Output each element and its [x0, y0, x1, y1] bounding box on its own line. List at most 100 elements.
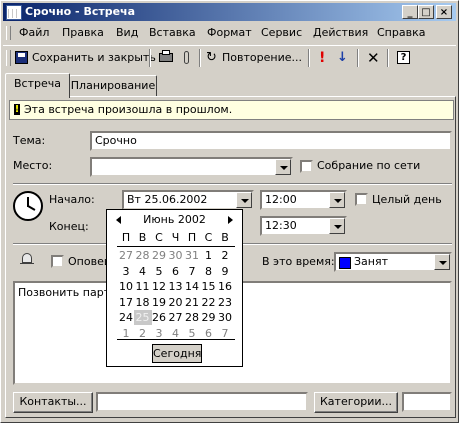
- start-date-value: Вт 25.06.2002: [127, 193, 208, 206]
- calendar-day[interactable]: 9: [216, 264, 234, 279]
- calendar-day[interactable]: 15: [200, 279, 218, 294]
- weekday-label: С: [204, 231, 213, 244]
- calendar-day[interactable]: 28: [183, 310, 201, 325]
- calendar-day[interactable]: 14: [183, 279, 201, 294]
- menu-file[interactable]: Файл: [17, 26, 51, 40]
- tab-appointment[interactable]: Встреча: [5, 73, 70, 98]
- location-combo[interactable]: [90, 157, 293, 177]
- subject-input[interactable]: Срочно: [90, 131, 452, 151]
- toolbar-separator: [357, 49, 359, 67]
- toolbar-separator: [387, 49, 389, 67]
- weekday-rule: [117, 246, 235, 247]
- calendar-day[interactable]: 11: [134, 279, 152, 294]
- reminder-checkbox[interactable]: [51, 255, 64, 268]
- calendar-day[interactable]: 6: [167, 264, 185, 279]
- save-close-label: Сохранить и закрыть: [32, 51, 156, 64]
- categories-input[interactable]: [402, 392, 452, 412]
- delete-button[interactable]: ✕: [365, 49, 381, 67]
- help-icon: ?: [397, 51, 410, 64]
- calendar-day[interactable]: 13: [167, 279, 185, 294]
- info-bar: ! Эта встреча произошла в прошлом.: [9, 100, 454, 120]
- contacts-input[interactable]: [96, 392, 308, 412]
- calendar-day[interactable]: 28: [134, 248, 152, 263]
- calendar-day[interactable]: 17: [117, 295, 135, 310]
- start-date-combo[interactable]: Вт 25.06.2002: [122, 190, 254, 210]
- calendar-day[interactable]: 8: [200, 264, 218, 279]
- menu-edit[interactable]: Правка: [60, 26, 106, 40]
- chevron-down-icon[interactable]: [329, 218, 345, 234]
- chevron-down-icon[interactable]: [329, 192, 345, 208]
- calendar-day[interactable]: 30: [167, 248, 185, 263]
- calendar-day[interactable]: 30: [216, 310, 234, 325]
- end-time-combo[interactable]: 12:30: [260, 216, 347, 236]
- month-label: Июнь 2002: [143, 213, 206, 226]
- show-as-combo[interactable]: Занят: [334, 252, 452, 272]
- chevron-down-icon[interactable]: [236, 192, 252, 208]
- menu-tools[interactable]: Сервис: [259, 26, 304, 40]
- calendar-day[interactable]: 12: [150, 279, 168, 294]
- calendar-day[interactable]: 3: [117, 264, 135, 279]
- calendar-day[interactable]: 22: [200, 295, 218, 310]
- toolbar-grip[interactable]: [6, 50, 11, 66]
- recurrence-label: Повторение...: [222, 51, 302, 64]
- calendar-day[interactable]: 31: [183, 248, 201, 263]
- menu-view[interactable]: Вид: [114, 26, 140, 40]
- close-button[interactable]: ×: [436, 5, 452, 19]
- calendar-day[interactable]: 29: [200, 310, 218, 325]
- menu-actions[interactable]: Действия: [311, 26, 370, 40]
- calendar-day[interactable]: 29: [150, 248, 168, 263]
- calendar-day[interactable]: 16: [216, 279, 234, 294]
- minimize-button[interactable]: _: [402, 5, 418, 19]
- bell-icon: [19, 251, 35, 267]
- calendar-day[interactable]: 5: [150, 264, 168, 279]
- standard-toolbar: Сохранить и закрыть ↻ Повторение... ! ↓ …: [3, 45, 456, 70]
- maximize-button[interactable]: □: [418, 5, 434, 19]
- calendar-day[interactable]: 2: [216, 248, 234, 263]
- chevron-down-icon[interactable]: [434, 254, 450, 270]
- busy-color-swatch: [339, 257, 351, 269]
- chevron-down-icon[interactable]: [275, 159, 291, 175]
- calendar-day[interactable]: 19: [150, 295, 168, 310]
- attach-button[interactable]: [180, 49, 194, 67]
- notes-text: Позвонить парт: [18, 286, 111, 299]
- date-picker-popup: Июнь 2002 П В С Ч П С В 27 28 29 30 31 1 2 3 4 5 6 7 8 9 10 11…: [106, 209, 243, 367]
- start-time-value: 12:00: [265, 193, 297, 206]
- importance-high-button[interactable]: !: [316, 49, 328, 67]
- calendar-day[interactable]: 18: [134, 295, 152, 310]
- calendar-day[interactable]: 26: [150, 310, 168, 325]
- all-day-checkbox[interactable]: [355, 193, 368, 206]
- calendar-day[interactable]: 21: [183, 295, 201, 310]
- menu-grip[interactable]: [6, 26, 11, 40]
- calendar-day[interactable]: 25: [133, 310, 152, 325]
- calendar-day[interactable]: 24: [117, 310, 135, 325]
- calendar-day[interactable]: 10: [117, 279, 135, 294]
- show-as-value: Занят: [354, 255, 389, 268]
- start-time-combo[interactable]: 12:00: [260, 190, 347, 210]
- menu-format[interactable]: Формат: [205, 26, 254, 40]
- calendar-day[interactable]: 27: [117, 248, 135, 263]
- menu-help[interactable]: Справка: [375, 26, 427, 40]
- appointment-window: Срочно - Встреча _ □ × Файл Правка Вид В…: [0, 0, 459, 423]
- calendar-day[interactable]: 1: [200, 248, 218, 263]
- help-button[interactable]: ?: [395, 49, 411, 67]
- calendar-day[interactable]: 7: [183, 264, 201, 279]
- print-button[interactable]: [157, 49, 175, 67]
- calendar-day[interactable]: 4: [134, 264, 152, 279]
- title-bar[interactable]: Срочно - Встреча _ □ ×: [3, 3, 456, 21]
- contacts-button[interactable]: Контакты...: [13, 392, 93, 413]
- footer-rule: [117, 339, 235, 340]
- online-meeting-checkbox[interactable]: [300, 160, 313, 173]
- calendar-day[interactable]: 27: [167, 310, 185, 325]
- importance-low-button[interactable]: ↓: [336, 49, 350, 67]
- tab-scheduling[interactable]: Планирование: [69, 75, 157, 96]
- divider: [13, 183, 452, 185]
- categories-button[interactable]: Категории...: [314, 392, 398, 413]
- recurrence-icon: ↻: [206, 50, 217, 65]
- clock-icon: [13, 191, 43, 221]
- next-month-icon[interactable]: [228, 216, 233, 224]
- today-button[interactable]: Сегодня: [152, 344, 202, 363]
- calendar-day[interactable]: 20: [167, 295, 185, 310]
- toolbar-separator: [308, 49, 310, 67]
- menu-insert[interactable]: Вставка: [147, 26, 198, 40]
- calendar-day[interactable]: 23: [216, 295, 234, 310]
